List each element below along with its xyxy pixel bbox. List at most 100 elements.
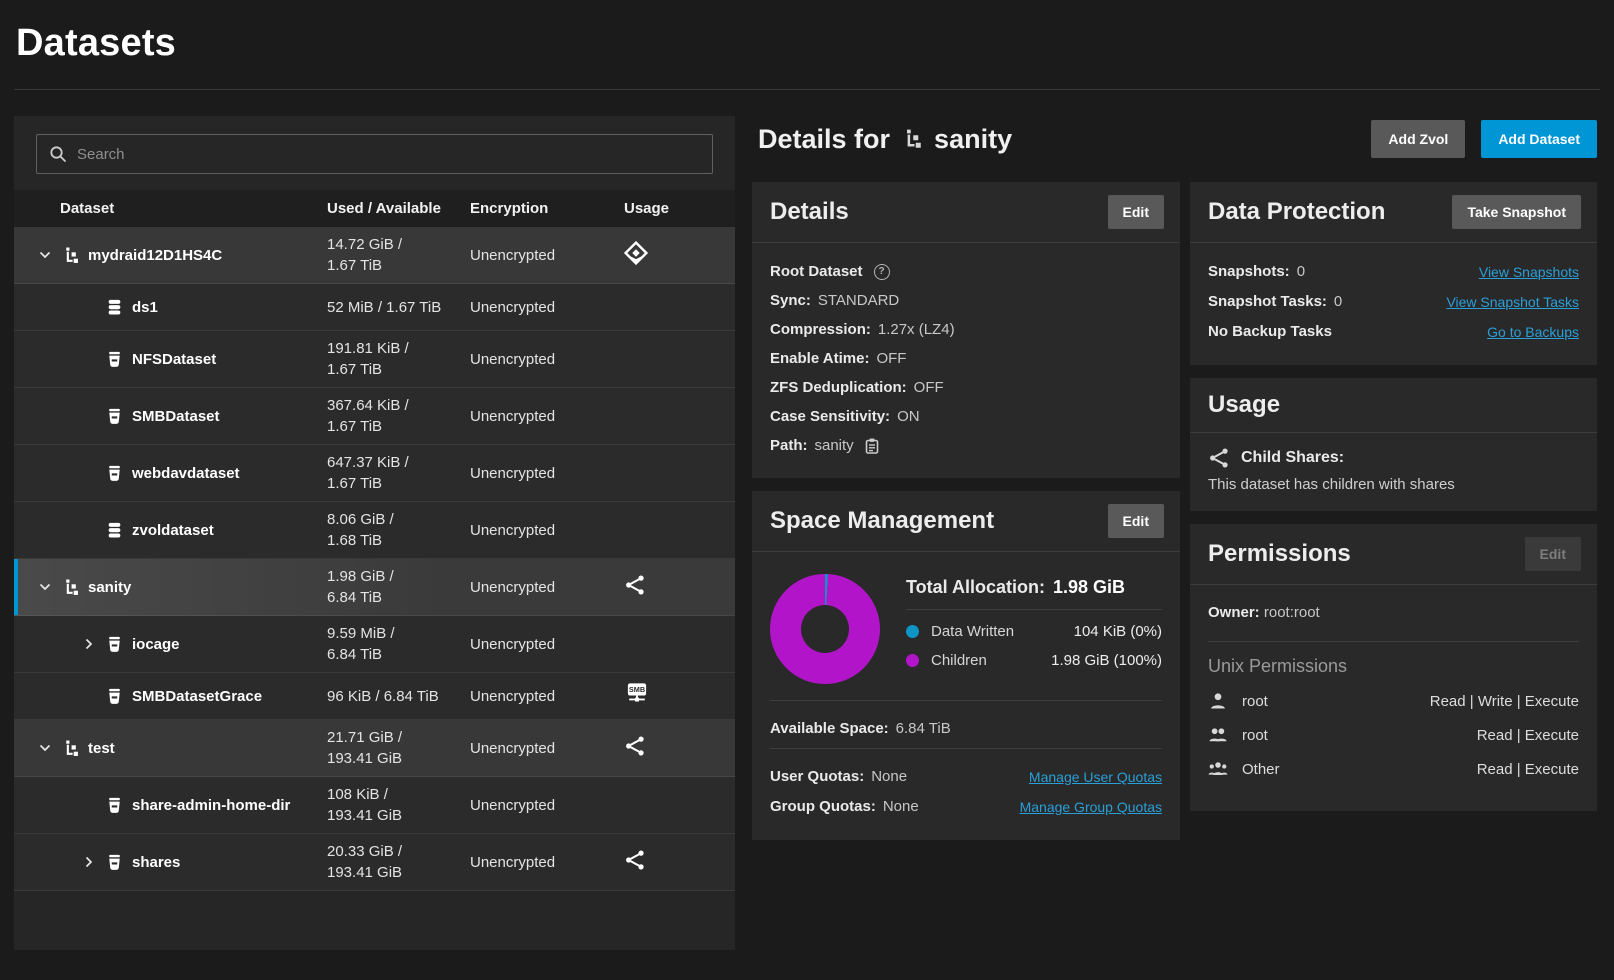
child-shares-label: Child Shares:: [1241, 449, 1344, 467]
details-card-title: Details: [770, 198, 849, 226]
details-edit-button[interactable]: Edit: [1108, 195, 1164, 229]
detail-row-compression: Compression: 1.27x (LZ4): [770, 315, 1162, 344]
chevron-down-icon[interactable]: [38, 248, 62, 262]
snapshots-row: Snapshots: 0 View Snapshots: [1208, 257, 1579, 287]
share-icon: [612, 735, 735, 761]
dataset-row[interactable]: iocage 9.59 MiB /6.84 TiBUnencrypted: [14, 616, 735, 673]
encryption-value: Unencrypted: [470, 688, 612, 705]
dataset-row[interactable]: NFSDataset191.81 KiB /1.67 TiBUnencrypte…: [14, 331, 735, 388]
used-available-value: 96 KiB / 6.84 TiB: [327, 686, 470, 707]
dataset-icon: [106, 797, 132, 814]
dataset-name: SMBDatasetGrace: [132, 688, 262, 705]
column-header-usage: Usage: [612, 200, 735, 217]
datasets-panel: Dataset Used / Available Encryption Usag…: [14, 116, 735, 950]
details-card: Details Edit Root Dataset ? Sync: STANDA…: [752, 182, 1180, 478]
dataset-name: webdavdataset: [132, 465, 240, 482]
legend-value: 104 KiB (0%): [1074, 623, 1162, 640]
dataset-row[interactable]: SMBDataset367.64 KiB /1.67 TiBUnencrypte…: [14, 388, 735, 445]
used-available-value: 108 KiB /193.41 GiB: [327, 784, 470, 826]
dataset-row[interactable]: share-admin-home-dir108 KiB /193.41 GiBU…: [14, 777, 735, 834]
manage-group-quotas-link[interactable]: Manage Group Quotas: [1020, 792, 1162, 822]
add-dataset-button[interactable]: Add Dataset: [1481, 120, 1597, 158]
space-management-title: Space Management: [770, 507, 994, 535]
dataset-name: test: [88, 740, 115, 757]
chevron-right-icon[interactable]: [82, 637, 106, 651]
detail-row-case-sensitivity: Case Sensitivity: ON: [770, 402, 1162, 431]
dataset-row[interactable]: mydraid12D1HS4C14.72 GiB /1.67 TiBUnencr…: [14, 227, 735, 284]
used-available-value: 20.33 GiB /193.41 GiB: [327, 841, 470, 883]
table-header: Dataset Used / Available Encryption Usag…: [14, 190, 735, 227]
view-snapshots-link[interactable]: View Snapshots: [1479, 257, 1579, 287]
user-quotas-row: User Quotas: None Manage User Quotas: [770, 762, 1162, 792]
dataset-row[interactable]: ds152 MiB / 1.67 TiBUnencrypted: [14, 284, 735, 331]
manage-user-quotas-link[interactable]: Manage User Quotas: [1029, 762, 1162, 792]
view-snapshot-tasks-link[interactable]: View Snapshot Tasks: [1446, 287, 1579, 317]
search-icon: [49, 145, 67, 163]
legend-row: Children 1.98 GiB (100%): [906, 652, 1162, 669]
add-zvol-button[interactable]: Add Zvol: [1371, 120, 1465, 158]
dataset-row[interactable]: webdavdataset647.37 KiB /1.67 TiBUnencry…: [14, 445, 735, 502]
encryption-value: Unencrypted: [470, 740, 612, 757]
chevron-right-icon[interactable]: [82, 855, 106, 869]
permissions-card: Permissions Edit Owner: root:root Unix P…: [1190, 524, 1597, 811]
data-protection-title: Data Protection: [1208, 198, 1385, 226]
column-header-dataset: Dataset: [14, 200, 327, 217]
permission-row-user: root Read | Write | Execute: [1208, 691, 1579, 711]
dataset-row[interactable]: SMBDatasetGrace 96 KiB / 6.84 TiBUnencryp…: [14, 673, 735, 720]
dataset-name: SMBDataset: [132, 408, 220, 425]
space-allocation-donut-chart: [770, 574, 880, 684]
permissions-edit-button: Edit: [1525, 537, 1581, 571]
share-icon: [612, 849, 735, 875]
dataset-name: iocage: [132, 636, 180, 653]
used-available-value: 9.59 MiB /6.84 TiB: [327, 623, 470, 665]
dataset-row[interactable]: test21.71 GiB /193.41 GiBUnencrypted: [14, 720, 735, 777]
space-management-card: Space Management Edit Total Allocation:1…: [752, 491, 1180, 840]
zvol-icon: [106, 522, 132, 539]
chevron-down-icon[interactable]: [38, 580, 62, 594]
encryption-value: Unencrypted: [470, 579, 612, 596]
dataset-row[interactable]: shares20.33 GiB /193.41 GiBUnencrypted: [14, 834, 735, 891]
search-box: [36, 134, 713, 174]
dataset-row[interactable]: sanity1.98 GiB /6.84 TiBUnencrypted: [14, 559, 735, 616]
legend-value: 1.98 GiB (100%): [1051, 652, 1162, 669]
root-tree-icon: [62, 579, 88, 596]
dataset-name: mydraid12D1HS4C: [88, 247, 222, 264]
legend-dot: [906, 625, 919, 638]
share-icon: [1208, 447, 1230, 469]
available-space-row: Available Space: 6.84 TiB: [770, 714, 1162, 744]
encryption-value: Unencrypted: [470, 522, 612, 539]
legend-name: Children: [931, 652, 987, 669]
used-available-value: 647.37 KiB /1.67 TiB: [327, 452, 470, 494]
details-title-dataset-name: sanity: [934, 124, 1012, 155]
dataset-name: ds1: [132, 299, 158, 316]
chevron-down-icon[interactable]: [38, 741, 62, 755]
page-title: Datasets: [0, 0, 1614, 65]
owner-row: Owner: root:root: [1208, 599, 1579, 627]
svg-text:SMB: SMB: [629, 685, 645, 694]
encryption-value: Unencrypted: [470, 797, 612, 814]
dataset-icon: [106, 636, 132, 653]
detail-row-sync: Sync: STANDARD: [770, 286, 1162, 315]
detail-row-enable-atime: Enable Atime: OFF: [770, 344, 1162, 373]
dataset-name: zvoldataset: [132, 522, 214, 539]
dataset-name: sanity: [88, 579, 131, 596]
root-tree-icon: [62, 247, 88, 264]
dataset-row[interactable]: zvoldataset8.06 GiB /1.68 TiBUnencrypted: [14, 502, 735, 559]
encryption-value: Unencrypted: [470, 854, 612, 871]
go-to-backups-link[interactable]: Go to Backups: [1487, 317, 1579, 347]
unix-permissions-heading: Unix Permissions: [1208, 656, 1579, 677]
detail-row-path: Path: sanity: [770, 431, 1162, 460]
total-allocation: Total Allocation:1.98 GiB: [906, 577, 1162, 609]
take-snapshot-button[interactable]: Take Snapshot: [1452, 195, 1581, 229]
legend-name: Data Written: [931, 623, 1014, 640]
copy-path-icon[interactable]: [865, 438, 879, 454]
encryption-value: Unencrypted: [470, 636, 612, 653]
search-input[interactable]: [77, 146, 700, 163]
usage-title: Usage: [1208, 391, 1280, 419]
help-icon[interactable]: ?: [874, 264, 890, 280]
space-edit-button[interactable]: Edit: [1108, 504, 1164, 538]
apps-icon: [612, 241, 735, 269]
legend-dot: [906, 654, 919, 667]
encryption-value: Unencrypted: [470, 299, 612, 316]
group-quotas-row: Group Quotas: None Manage Group Quotas: [770, 792, 1162, 822]
